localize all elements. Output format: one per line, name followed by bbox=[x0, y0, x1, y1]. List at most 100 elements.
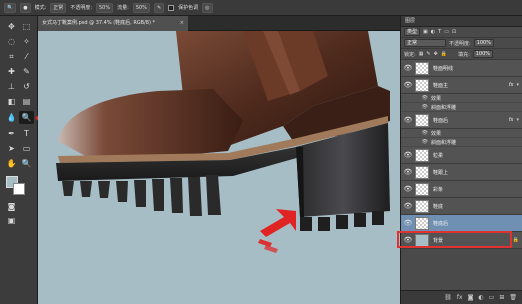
options-bar: 🔍 ● 模式: 正常 不透明度: 50% 流量: 50% ✎ 保护色调 ◎ bbox=[0, 0, 522, 16]
layer-thumbnail bbox=[415, 216, 429, 230]
visibility-eye-icon[interactable]: 👁 bbox=[401, 185, 415, 193]
visibility-eye-icon[interactable]: 👁 bbox=[401, 116, 415, 124]
mode-select[interactable]: 正常 bbox=[50, 2, 67, 13]
document-tab[interactable]: 女式马丁靴案例.psd @ 37.4% (鞋底后, RGB/8) * × bbox=[38, 16, 188, 31]
lock-brush-icon[interactable]: ✎ bbox=[426, 51, 430, 57]
shape-tool-icon[interactable]: ▭ bbox=[19, 142, 34, 155]
eye-icon[interactable]: 👁 bbox=[401, 130, 431, 136]
protect-tones-checkbox[interactable] bbox=[168, 4, 175, 11]
quick-select-tool-icon[interactable]: ✧ bbox=[19, 35, 34, 48]
zoom-tool-icon[interactable]: 🔍 bbox=[19, 157, 34, 170]
visibility-eye-icon[interactable]: 👁 bbox=[401, 202, 415, 210]
red-arrow-annotation bbox=[258, 209, 296, 253]
gradient-tool-icon[interactable]: ▤ bbox=[19, 95, 34, 108]
effect-row: 👁 效果 bbox=[401, 129, 522, 138]
burn-tool-preset-button[interactable]: 🔍 bbox=[4, 2, 17, 13]
healing-tool-icon[interactable]: ✚ bbox=[4, 65, 19, 78]
lasso-tool-icon[interactable]: ◌ bbox=[4, 35, 19, 48]
lock-move-icon[interactable]: ✥ bbox=[434, 51, 438, 57]
filter-smart-icon[interactable]: ⊡ bbox=[452, 29, 456, 35]
link-layers-icon[interactable]: ⛓ bbox=[444, 294, 452, 301]
fx-badge: fx bbox=[508, 82, 514, 88]
flow-field[interactable]: 50% bbox=[132, 2, 150, 13]
lock-icon: 🔒 bbox=[512, 237, 519, 243]
screen-mode-icon[interactable]: ▣ bbox=[4, 214, 19, 227]
hand-tool-icon[interactable]: ✋ bbox=[4, 157, 19, 170]
airbrush-icon[interactable]: ✎ bbox=[153, 2, 165, 13]
visibility-eye-icon[interactable]: 👁 bbox=[401, 64, 415, 72]
layer-row[interactable]: 👁 鞋底 bbox=[401, 198, 522, 215]
effect-label: 效果 bbox=[431, 95, 442, 102]
filter-adjust-icon[interactable]: ◐ bbox=[431, 29, 435, 35]
brush-size-button[interactable]: ● bbox=[20, 2, 31, 13]
selected-layer-highlight-box bbox=[397, 231, 512, 248]
crop-tool-icon[interactable]: ⌗ bbox=[4, 50, 19, 63]
document-canvas[interactable] bbox=[38, 31, 400, 304]
delete-layer-icon[interactable]: 🗑 bbox=[509, 294, 517, 301]
layer-list: 👁 鞋面明线 👁 鞋面主 fx ▾ 👁 效果 👁 斜面和浮雕 👁 鞋面后 fx ▾ … bbox=[401, 60, 522, 249]
effect-row: 👁 效果 bbox=[401, 94, 522, 103]
layer-row[interactable]: 👁 鞋面明线 bbox=[401, 60, 522, 77]
add-mask-icon[interactable]: ◙ bbox=[468, 294, 474, 301]
fill-label: 填充: bbox=[458, 51, 470, 58]
new-group-icon[interactable]: ▭ bbox=[489, 294, 495, 301]
lock-label: 锁定: bbox=[404, 51, 416, 58]
visibility-eye-icon[interactable]: 👁 bbox=[401, 81, 415, 89]
effect-label: 斜面和浮雕 bbox=[431, 104, 457, 111]
close-tab-icon[interactable]: × bbox=[180, 16, 184, 31]
background-color-swatch[interactable] bbox=[13, 183, 25, 195]
document-tab-bar: 女式马丁靴案例.psd @ 37.4% (鞋底后, RGB/8) * × bbox=[38, 16, 400, 31]
quick-mask-icon[interactable]: ◙ bbox=[4, 200, 19, 213]
blend-mode-select[interactable]: 正常 bbox=[404, 39, 446, 47]
layer-thumbnail bbox=[415, 113, 429, 127]
lock-all-icon[interactable]: 🔒 bbox=[441, 51, 447, 57]
chevron-down-icon[interactable]: ▾ bbox=[516, 117, 519, 123]
marquee-tool-icon[interactable]: ⬚ bbox=[19, 20, 34, 33]
chevron-down-icon[interactable]: ▾ bbox=[516, 82, 519, 88]
effect-label: 斜面和浮雕 bbox=[431, 139, 457, 146]
filter-type-icon[interactable]: T bbox=[438, 29, 441, 35]
layer-thumbnail bbox=[415, 165, 429, 179]
mode-prefix: 模式: bbox=[34, 5, 47, 11]
move-tool-icon[interactable]: ✥ bbox=[4, 20, 19, 33]
layer-row-selected[interactable]: 👁 鞋底后 bbox=[401, 215, 522, 232]
visibility-eye-icon[interactable]: 👁 bbox=[401, 219, 415, 227]
path-select-tool-icon[interactable]: ➤ bbox=[4, 142, 19, 155]
eye-icon[interactable]: 👁 bbox=[401, 139, 431, 145]
adjustment-layer-icon[interactable]: ◐ bbox=[478, 294, 483, 301]
effect-row: 👁 斜面和浮雕 bbox=[401, 138, 522, 147]
eye-icon[interactable]: 👁 bbox=[401, 95, 431, 101]
layer-row[interactable]: 👁 粒柔 bbox=[401, 147, 522, 164]
eraser-tool-icon[interactable]: ◧ bbox=[4, 95, 19, 108]
eye-icon[interactable]: 👁 bbox=[401, 104, 431, 110]
add-style-icon[interactable]: fx bbox=[457, 294, 463, 301]
layer-thumbnail bbox=[415, 61, 429, 75]
pressure-icon[interactable]: ◎ bbox=[202, 2, 213, 13]
clone-stamp-tool-icon[interactable]: ⊥ bbox=[4, 80, 19, 93]
history-brush-tool-icon[interactable]: ↺ bbox=[19, 80, 34, 93]
filter-pixel-icon[interactable]: ▣ bbox=[423, 29, 428, 35]
visibility-eye-icon[interactable]: 👁 bbox=[401, 151, 415, 159]
lock-row: 锁定: ▦ ✎ ✥ 🔒 填充: 100% bbox=[401, 49, 522, 60]
layer-row[interactable]: 👁 鞋面主 fx ▾ bbox=[401, 77, 522, 94]
layer-row[interactable]: 👁 鞋跟上 bbox=[401, 164, 522, 181]
opacity-field[interactable]: 50% bbox=[96, 2, 114, 13]
type-tool-icon[interactable]: T bbox=[19, 127, 34, 140]
pen-tool-icon[interactable]: ✒ bbox=[4, 127, 19, 140]
filter-shape-icon[interactable]: ▭ bbox=[444, 29, 449, 35]
fill-field[interactable]: 100% bbox=[472, 50, 494, 58]
lock-transparent-icon[interactable]: ▦ bbox=[419, 51, 424, 57]
layer-filter-select[interactable]: 类型 bbox=[404, 28, 421, 36]
opacity-field[interactable]: 100% bbox=[473, 39, 494, 47]
blur-tool-icon[interactable]: 💧 bbox=[4, 111, 19, 124]
layers-panel-footer: ⛓ fx ◙ ◐ ▭ ⊞ 🗑 bbox=[401, 290, 522, 304]
brush-tool-icon[interactable]: ✎ bbox=[19, 65, 34, 78]
new-layer-icon[interactable]: ⊞ bbox=[499, 294, 504, 301]
photoshop-window: 🔍 ● 模式: 正常 不透明度: 50% 流量: 50% ✎ 保护色调 ◎ ✥ … bbox=[0, 0, 522, 304]
eyedropper-tool-icon[interactable]: ⁄ bbox=[19, 50, 34, 63]
layer-row[interactable]: 👁 鞋面后 fx ▾ bbox=[401, 112, 522, 129]
layer-name: 鞋跟上 bbox=[433, 169, 449, 176]
layer-row[interactable]: 👁 彩条 bbox=[401, 181, 522, 198]
burn-tool-icon[interactable]: 🔍 bbox=[19, 111, 34, 124]
visibility-eye-icon[interactable]: 👁 bbox=[401, 168, 415, 176]
